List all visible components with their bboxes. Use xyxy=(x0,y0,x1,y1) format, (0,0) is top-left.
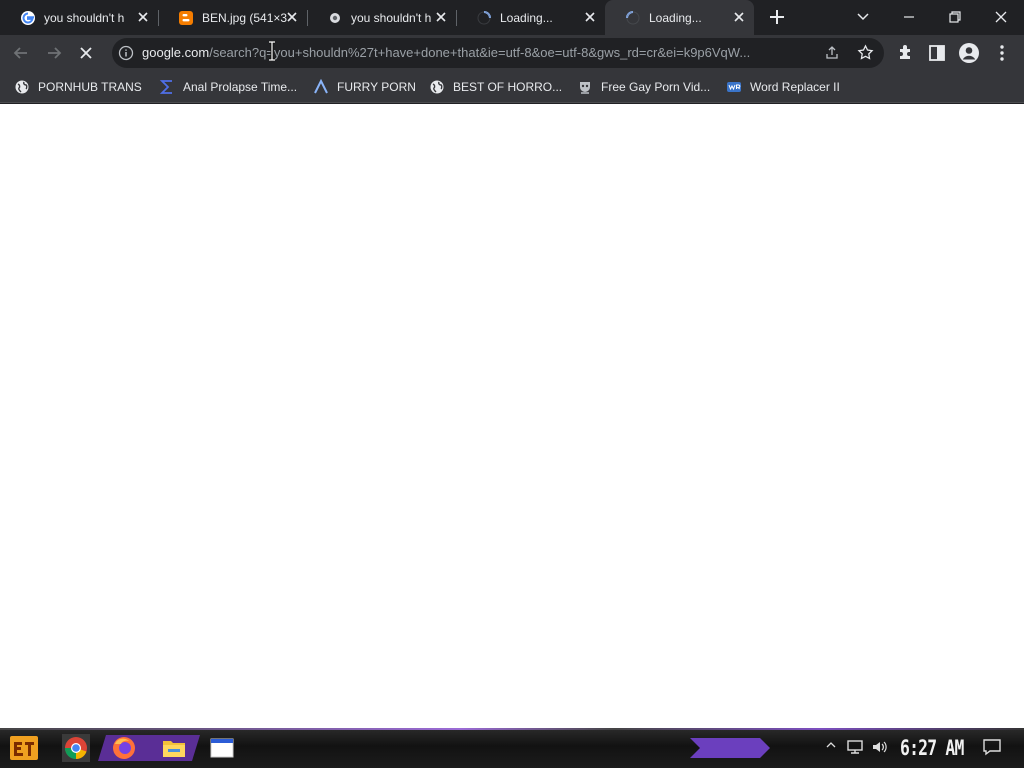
window-close-icon[interactable] xyxy=(987,4,1015,30)
tab-strip: you shouldn't h BEN.jpg (541×3 you shoul… xyxy=(0,0,1024,35)
url-text[interactable]: google.com/search?q=you+shouldn%27t+have… xyxy=(142,45,818,60)
bookmark-label: Word Replacer II xyxy=(750,80,840,94)
spinner-icon xyxy=(477,10,491,24)
url-path: /search?q=you+shouldn%27t+have+done+that… xyxy=(209,45,751,60)
site-info-icon[interactable] xyxy=(118,45,134,61)
close-icon[interactable] xyxy=(434,10,448,24)
tab-5-active[interactable]: Loading... xyxy=(605,0,754,35)
bookmark-item[interactable]: Word Replacer II xyxy=(726,77,840,97)
network-icon[interactable] xyxy=(846,739,864,755)
minimize-icon[interactable] xyxy=(895,4,923,30)
window-app-icon[interactable] xyxy=(208,734,236,762)
bookmark-label: Free Gay Porn Vid... xyxy=(601,80,711,94)
bookmark-item[interactable]: Anal Prolapse Time... xyxy=(159,77,297,97)
tab-title: Loading... xyxy=(649,10,702,25)
page-content-blank[interactable] xyxy=(0,104,1024,728)
close-icon[interactable] xyxy=(732,10,746,24)
text-cursor-icon xyxy=(269,41,275,61)
site-icon xyxy=(330,12,340,23)
start-button-icon[interactable] xyxy=(8,732,40,764)
tab-search-chevron-icon[interactable] xyxy=(849,4,877,30)
bookmark-label: Anal Prolapse Time... xyxy=(183,80,298,94)
show-hidden-icons-chevron-icon[interactable] xyxy=(826,740,836,750)
chrome-taskbar-icon[interactable] xyxy=(62,734,90,762)
tab-4[interactable]: Loading... xyxy=(456,0,605,35)
google-icon xyxy=(21,10,35,25)
bookmark-item[interactable]: PORNHUB TRANS xyxy=(14,77,142,97)
tab-1[interactable]: you shouldn't h xyxy=(0,0,158,35)
extensions-puzzle-icon[interactable] xyxy=(895,42,917,64)
share-icon[interactable] xyxy=(824,45,840,61)
globe-icon xyxy=(430,80,444,94)
sigma-icon xyxy=(159,80,172,94)
side-panel-icon[interactable] xyxy=(926,42,948,64)
bookmark-label: PORNHUB TRANS xyxy=(38,80,142,94)
spinner-icon xyxy=(626,10,640,24)
tab-title: you shouldn't h xyxy=(44,10,125,25)
volume-icon[interactable] xyxy=(871,739,889,755)
restore-icon[interactable] xyxy=(941,4,969,30)
menu-kebab-icon[interactable] xyxy=(991,42,1013,64)
firefox-taskbar-icon[interactable] xyxy=(110,734,138,762)
close-icon[interactable] xyxy=(285,10,299,24)
profile-avatar-icon[interactable] xyxy=(958,42,980,64)
bookmarks-bar: PORNHUB TRANS Anal Prolapse Time... FURR… xyxy=(0,71,1024,103)
tab-title: Loading... xyxy=(500,10,553,25)
back-arrow-icon[interactable] xyxy=(10,42,32,64)
new-tab-icon[interactable] xyxy=(763,4,791,30)
lambda-icon xyxy=(314,79,328,94)
mask-icon xyxy=(580,82,590,94)
url-host: google.com xyxy=(142,45,210,60)
notifications-icon[interactable] xyxy=(982,738,1002,756)
stop-loading-icon[interactable] xyxy=(75,42,97,64)
address-bar[interactable]: google.com/search?q=you+shouldn%27t+have… xyxy=(112,38,884,68)
tab-3[interactable]: you shouldn't h xyxy=(307,0,456,35)
bookmark-item[interactable]: FURRY PORN xyxy=(313,77,416,97)
globe-icon xyxy=(15,80,29,94)
bookmark-item[interactable]: BEST OF HORRO... xyxy=(429,77,562,97)
file-explorer-icon[interactable] xyxy=(160,734,188,762)
blogger-icon xyxy=(179,10,193,25)
wr-icon xyxy=(727,82,741,92)
taskbar-clock[interactable]: 6:27 AM xyxy=(900,736,964,760)
bookmark-label: FURRY PORN xyxy=(337,80,416,94)
forward-arrow-icon[interactable] xyxy=(43,42,65,64)
bookmark-item[interactable]: Free Gay Porn Vid... xyxy=(577,77,710,97)
tab-title: BEN.jpg (541×3 xyxy=(202,10,288,25)
bookmark-label: BEST OF HORRO... xyxy=(453,80,563,94)
taskbar: 6:27 AM xyxy=(0,728,1024,768)
taskbar-purple-tab-decoration xyxy=(690,738,770,758)
tab-2[interactable]: BEN.jpg (541×3 xyxy=(158,0,307,35)
tab-title: you shouldn't h xyxy=(351,10,432,25)
bookmark-star-icon[interactable] xyxy=(857,44,874,61)
browser-toolbar: google.com/search?q=you+shouldn%27t+have… xyxy=(0,35,1024,71)
close-icon[interactable] xyxy=(583,10,597,24)
close-icon[interactable] xyxy=(136,10,150,24)
